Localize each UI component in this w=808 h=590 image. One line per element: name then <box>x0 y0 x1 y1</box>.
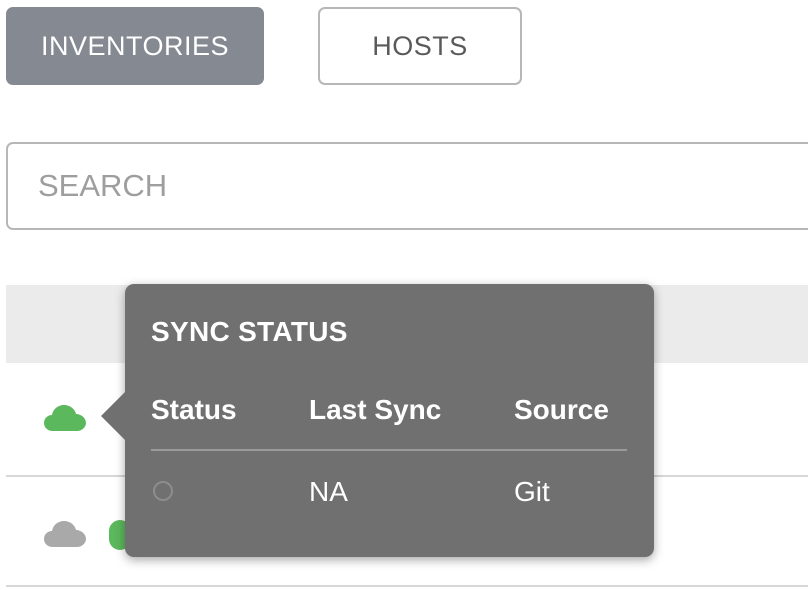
column-header-last-sync: Last Sync <box>309 394 442 425</box>
inventories-page: INVENTORIES HOSTS SYNC STATUS Status Las… <box>0 0 808 590</box>
popover-arrow <box>101 392 125 440</box>
source-value: Git <box>514 476 550 507</box>
column-header-status: Status <box>151 394 237 425</box>
tab-inventories[interactable]: INVENTORIES <box>6 7 264 85</box>
sync-status-popover: SYNC STATUS Status Last Sync Source NA G… <box>101 284 654 557</box>
last-sync-value: NA <box>309 476 348 507</box>
column-header-source: Source <box>514 394 609 425</box>
tab-hosts[interactable]: HOSTS <box>318 7 522 85</box>
cloud-icon[interactable] <box>44 519 86 547</box>
popover-title: SYNC STATUS <box>151 316 348 347</box>
cloud-icon[interactable] <box>44 403 86 431</box>
divider <box>151 449 627 451</box>
empty-circle-icon <box>153 481 173 501</box>
search-input[interactable] <box>6 142 808 230</box>
